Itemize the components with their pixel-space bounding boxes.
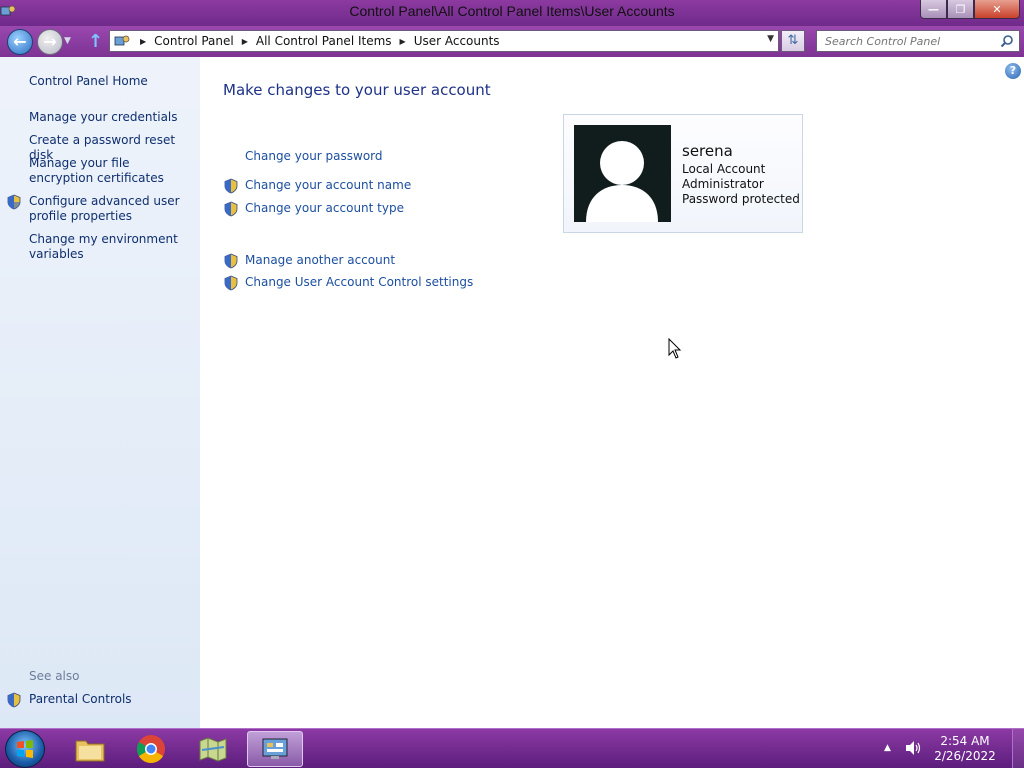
close-button[interactable]: ✕ <box>974 0 1020 19</box>
mouse-cursor-icon <box>668 338 682 359</box>
close-icon: ✕ <box>992 2 1002 16</box>
forward-arrow-icon: → <box>43 32 57 51</box>
search-icon[interactable] <box>1000 34 1014 48</box>
start-button[interactable] <box>5 730 45 768</box>
back-arrow-icon: ← <box>13 32 27 51</box>
taskbar: ▲ 2:54 AM 2/26/2022 <box>0 728 1024 768</box>
navigation-bar: ← → ▼ ↑ ▶ Control Panel ▶ All Control Pa… <box>0 26 1024 57</box>
breadcrumb-separator-icon[interactable]: ▶ <box>400 37 406 46</box>
control-panel-home-link[interactable]: Control Panel Home <box>29 74 195 89</box>
show-hidden-icons-button[interactable]: ▲ <box>884 743 891 753</box>
uac-shield-icon <box>224 275 238 291</box>
page-title: Make changes to your user account <box>223 81 491 99</box>
account-type-text: Local Account <box>682 162 766 176</box>
clock-time: 2:54 AM <box>940 734 990 748</box>
control-panel-icon <box>262 738 288 759</box>
breadcrumb-control-panel[interactable]: Control Panel <box>154 34 234 48</box>
uac-shield-icon <box>7 692 21 708</box>
folder-icon <box>75 740 105 762</box>
minimize-icon: — <box>928 2 939 16</box>
password-status-text: Password protected <box>682 192 800 206</box>
left-navigation-pane: Control Panel Home Manage your credentia… <box>0 57 200 728</box>
address-bar[interactable]: ▶ Control Panel ▶ All Control Panel Item… <box>109 30 779 52</box>
volume-icon[interactable] <box>904 740 922 756</box>
manage-another-account-link[interactable]: Manage another account <box>245 253 395 267</box>
back-button[interactable]: ← <box>7 29 33 55</box>
window-controls: — ❐ ✕ <box>920 0 1020 19</box>
uac-shield-icon <box>7 194 21 210</box>
change-account-type-link[interactable]: Change your account type <box>245 201 404 215</box>
recent-pages-dropdown[interactable]: ▼ <box>64 36 71 46</box>
sidebar-item-parental-controls[interactable]: Parental Controls <box>29 692 195 707</box>
breadcrumb-user-accounts[interactable]: User Accounts <box>414 34 500 48</box>
refresh-button[interactable]: ⇅ <box>781 30 805 52</box>
sidebar-item-environment-variables[interactable]: Change my environment variables <box>29 232 195 262</box>
windows-logo-icon <box>17 740 33 758</box>
up-arrow-icon[interactable]: ↑ <box>88 31 103 52</box>
sidebar-item-manage-credentials[interactable]: Manage your credentials <box>29 110 195 125</box>
breadcrumb-separator-icon[interactable]: ▶ <box>242 37 248 46</box>
taskbar-control-panel[interactable] <box>247 731 303 767</box>
address-dropdown-icon[interactable]: ▼ <box>767 34 774 44</box>
account-role-text: Administrator <box>682 177 764 191</box>
main-content: ? Make changes to your user account Chan… <box>200 57 1024 728</box>
sidebar-item-advanced-profile[interactable]: Configure advanced user profile properti… <box>29 194 195 224</box>
uac-shield-icon <box>224 253 238 269</box>
sidebar-item-file-encryption[interactable]: Manage your file encryption certificates <box>29 156 195 186</box>
clock-date: 2/26/2022 <box>934 749 996 763</box>
system-clock[interactable]: 2:54 AM 2/26/2022 <box>930 734 1000 764</box>
help-icon[interactable]: ? <box>1005 63 1021 79</box>
uac-settings-link[interactable]: Change User Account Control settings <box>245 275 473 289</box>
user-account-card: serena Local Account Administrator Passw… <box>563 114 803 233</box>
search-box[interactable] <box>816 30 1020 52</box>
restore-icon: ❐ <box>955 2 966 16</box>
taskbar-chrome[interactable] <box>123 731 179 767</box>
taskbar-maps-app[interactable] <box>185 731 241 767</box>
show-desktop-button[interactable] <box>1012 729 1024 768</box>
refresh-icon: ⇅ <box>787 33 799 48</box>
minimize-button[interactable]: — <box>920 0 947 19</box>
avatar <box>574 125 671 222</box>
forward-button[interactable]: → <box>37 29 63 55</box>
uac-shield-icon <box>224 178 238 194</box>
title-bar: Control Panel\All Control Panel Items\Us… <box>0 0 1024 26</box>
restore-button[interactable]: ❐ <box>947 0 974 19</box>
map-icon <box>199 737 227 762</box>
chrome-icon <box>137 735 165 763</box>
change-password-link[interactable]: Change your password <box>245 149 383 163</box>
search-input[interactable] <box>825 34 1000 48</box>
see-also-label: See also <box>29 669 80 683</box>
window-title: Control Panel\All Control Panel Items\Us… <box>349 3 675 19</box>
change-account-name-link[interactable]: Change your account name <box>245 178 411 192</box>
taskbar-file-explorer[interactable] <box>62 731 118 767</box>
user-silhouette-icon <box>586 141 658 222</box>
uac-shield-icon <box>224 201 238 217</box>
breadcrumb-separator-icon[interactable]: ▶ <box>140 37 146 46</box>
breadcrumb-all-items[interactable]: All Control Panel Items <box>256 34 392 48</box>
control-panel-icon <box>114 35 130 46</box>
user-name: serena <box>682 142 733 160</box>
